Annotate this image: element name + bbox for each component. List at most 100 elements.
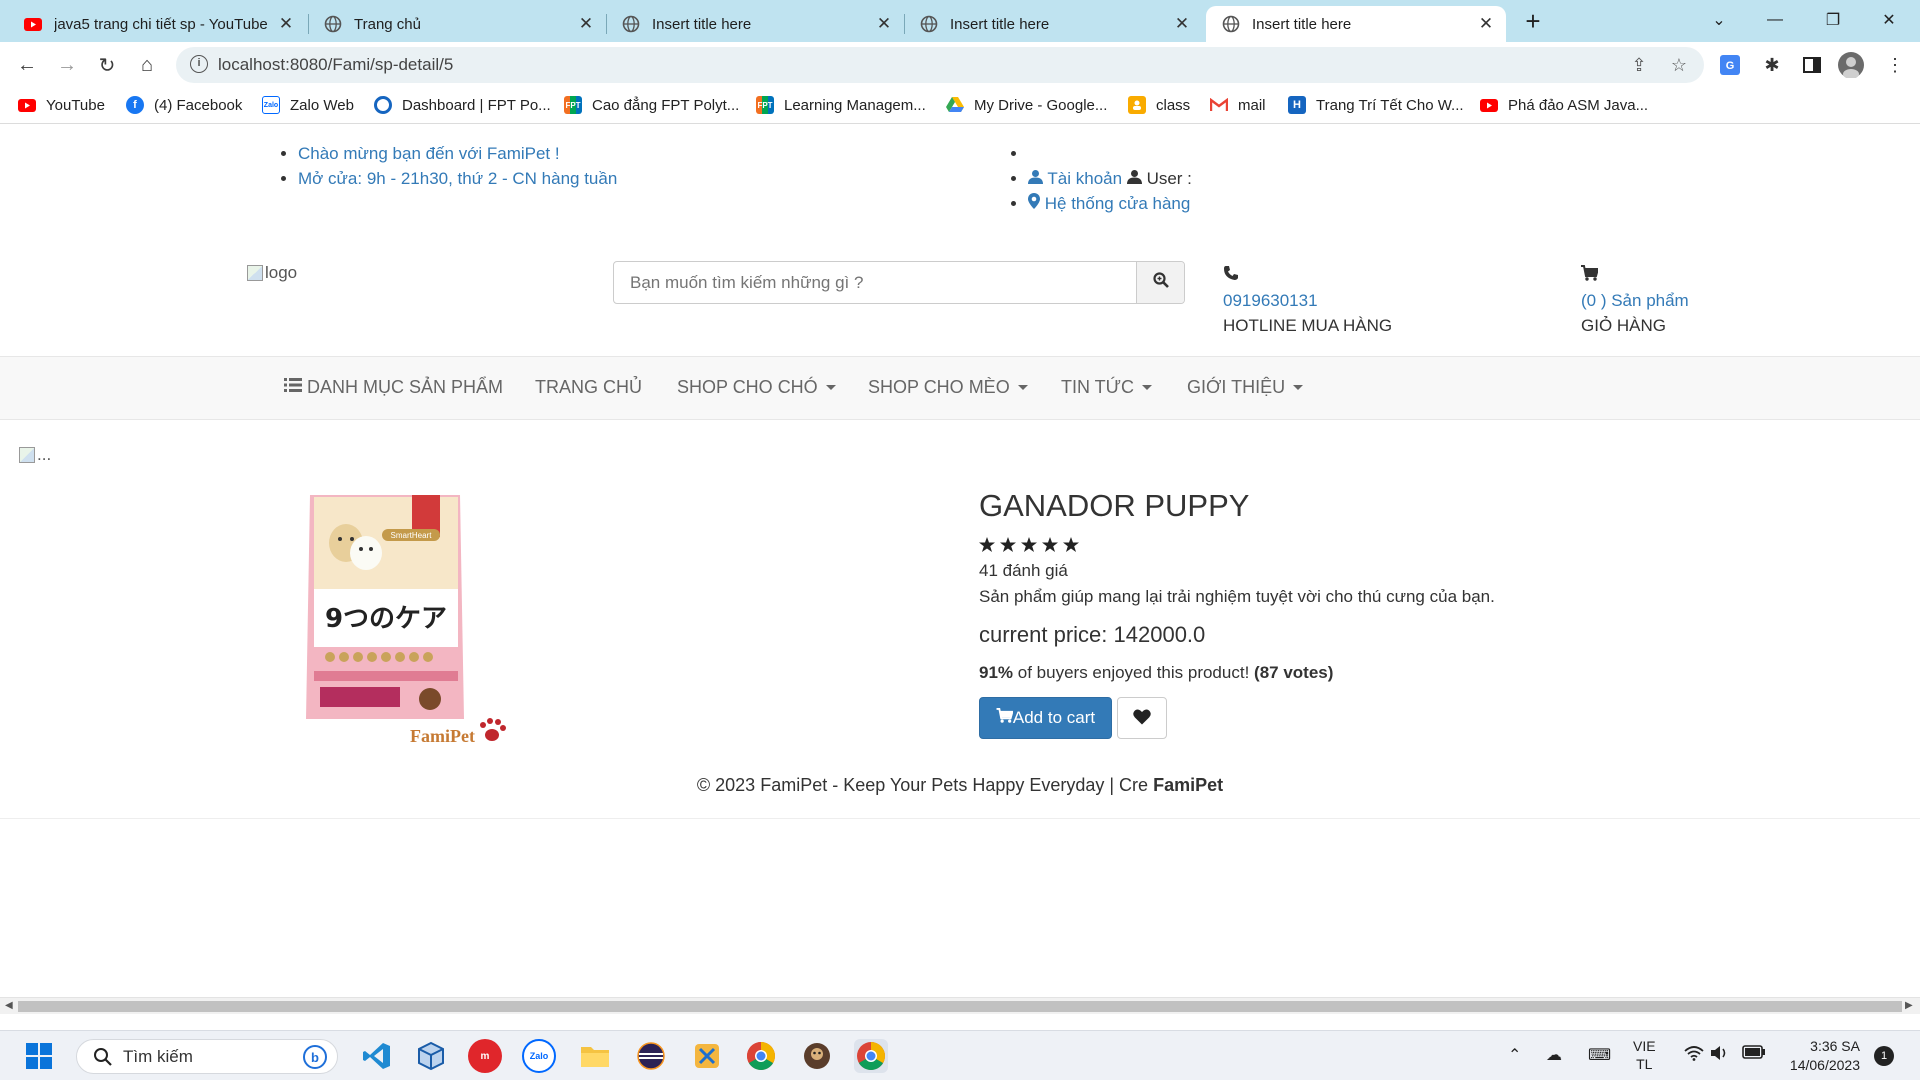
extensions-puzzle-icon[interactable]: ✱ (1759, 52, 1785, 78)
share-icon[interactable]: ⇪ (1628, 54, 1650, 76)
windows-start-icon[interactable] (22, 1039, 56, 1073)
list-icon (284, 377, 302, 398)
tab-home[interactable]: Trang chủ ✕ (308, 6, 606, 42)
input-mode: TL (1636, 1056, 1653, 1072)
bookmark-lms[interactable]: FPT Learning Managem... (756, 96, 926, 114)
scrollbar-thumb[interactable] (18, 1001, 1902, 1012)
bookmark-zalo[interactable]: Zalo Zalo Web (262, 96, 354, 114)
menu-home[interactable]: TRANG CHỦ (535, 377, 642, 398)
search-input[interactable] (614, 262, 1136, 303)
hotline-block: 0919630131 HOTLINE MUA HÀNG (1223, 263, 1392, 338)
zalo-icon[interactable]: Zalo (522, 1039, 556, 1073)
taskbar-search[interactable]: Tìm kiếm b (76, 1039, 338, 1074)
bookmark-drive[interactable]: My Drive - Google... (946, 96, 1107, 114)
add-to-cart-button[interactable]: Add to cart (979, 697, 1112, 739)
empty-list-item (1028, 141, 1192, 166)
welcome-text[interactable]: Chào mừng bạn đến với FamiPet ! (298, 144, 560, 163)
close-icon[interactable]: ✕ (276, 14, 296, 34)
wishlist-button[interactable] (1117, 697, 1167, 739)
product-image[interactable]: SmartHeart 9つのケア FamiPet (300, 487, 510, 749)
file-explorer-icon[interactable] (578, 1039, 612, 1073)
restore-icon[interactable]: ❐ (1810, 0, 1856, 40)
snipping-tool-icon[interactable] (690, 1039, 724, 1073)
menu-about[interactable]: GIỚI THIỆU (1187, 377, 1304, 398)
eclipse-icon[interactable] (634, 1039, 668, 1073)
bookmark-trang-tri-tet[interactable]: H Trang Trí Tết Cho W... (1288, 96, 1464, 114)
volume-icon[interactable] (1710, 1045, 1730, 1066)
home-icon[interactable]: ⌂ (131, 49, 163, 81)
red-app-icon[interactable]: m (468, 1039, 502, 1073)
welcome-list: Chào mừng bạn đến với FamiPet ! Mở cửa: … (276, 141, 617, 191)
close-icon[interactable]: ✕ (874, 14, 894, 34)
bookmark-facebook[interactable]: f (4) Facebook (126, 96, 242, 114)
banner-image: ... (19, 445, 51, 465)
tab-insert-title-2[interactable]: Insert title here ✕ (904, 6, 1202, 42)
bookmarks-bar: YouTube f (4) Facebook Zalo Zalo Web Das… (0, 88, 1920, 124)
menu-categories[interactable]: DANH MỤC SẢN PHẨM (284, 377, 503, 398)
tab-search-chevron-icon[interactable]: ⌄ (1696, 0, 1742, 40)
tab-insert-title-1[interactable]: Insert title here ✕ (606, 6, 904, 42)
clock[interactable]: 3:36 SA 14/06/2023 (1780, 1037, 1860, 1075)
reload-icon[interactable]: ↻ (91, 49, 123, 81)
close-icon[interactable]: ✕ (576, 14, 596, 34)
cart-link[interactable]: (0 ) Sản phẩm (1581, 288, 1689, 313)
bookmark-dashboard[interactable]: Dashboard | FPT Po... (374, 96, 551, 114)
menu-cat-shop[interactable]: SHOP CHO MÈO (868, 377, 1028, 398)
logo-image[interactable]: logo (247, 263, 297, 283)
new-tab-plus-icon[interactable]: + (1518, 6, 1548, 36)
scroll-left-arrow-icon[interactable]: ◀ (5, 1000, 13, 1011)
notification-badge[interactable]: 1 (1874, 1046, 1894, 1066)
menu-dog-shop[interactable]: SHOP CHO CHÓ (677, 377, 836, 398)
side-panel-icon[interactable] (1799, 52, 1825, 78)
site-info-icon[interactable]: i (190, 55, 208, 73)
window-close-icon[interactable]: ✕ (1866, 0, 1912, 40)
bookmark-class[interactable]: class (1128, 96, 1190, 114)
keyboard-icon[interactable]: ⌨ (1588, 1045, 1611, 1065)
hours-text[interactable]: Mở cửa: 9h - 21h30, thứ 2 - CN hàng tuần (298, 169, 617, 188)
tab-insert-title-active[interactable]: Insert title here ✕ (1206, 6, 1506, 42)
bookmark-mail[interactable]: mail (1210, 96, 1266, 114)
bookmark-pha-dao-asm[interactable]: Phá đảo ASM Java... (1480, 96, 1648, 114)
phone-icon (1223, 263, 1392, 288)
wifi-icon[interactable] (1684, 1045, 1704, 1066)
address-bar[interactable]: i localhost:8080/Fami/sp-detail/5 ⇪ ☆ (176, 47, 1704, 83)
scroll-right-arrow-icon[interactable]: ▶ (1905, 1000, 1913, 1011)
price-label: current price: (979, 622, 1108, 647)
search-button[interactable] (1136, 262, 1184, 303)
bookmark-fpt-polytechnic[interactable]: FPT Cao đẳng FPT Polyt... (564, 96, 739, 114)
browser-toolbar: ← → ↻ ⌂ i localhost:8080/Fami/sp-detail/… (0, 42, 1920, 88)
account-link[interactable]: Tài khoản (1047, 169, 1122, 188)
language-indicator[interactable]: VIE TL (1633, 1037, 1656, 1073)
bookmark-label: Trang Trí Tết Cho W... (1316, 96, 1464, 114)
youtube-icon (24, 15, 42, 33)
close-icon[interactable]: ✕ (1476, 14, 1496, 34)
url-text[interactable]: localhost:8080/Fami/sp-detail/5 (218, 55, 453, 75)
bookmark-star-icon[interactable]: ☆ (1668, 54, 1690, 76)
chrome-active-icon[interactable] (854, 1039, 888, 1073)
vscode-icon[interactable] (360, 1039, 394, 1073)
chrome-icon[interactable] (744, 1039, 778, 1073)
close-icon[interactable]: ✕ (1172, 14, 1192, 34)
footer-brand: FamiPet (1153, 775, 1224, 795)
phone-number[interactable]: 0919630131 (1223, 288, 1392, 313)
stores-link[interactable]: Hệ thống cửa hàng (1045, 194, 1191, 213)
onedrive-cloud-icon[interactable]: ☁ (1546, 1045, 1562, 1065)
back-arrow-icon[interactable]: ← (11, 49, 43, 81)
kebab-menu-icon[interactable]: ⋮ (1882, 52, 1908, 78)
classroom-icon (1128, 96, 1146, 114)
bookmark-label: My Drive - Google... (974, 96, 1108, 114)
virtualbox-icon[interactable] (414, 1039, 448, 1073)
minimize-icon[interactable]: — (1752, 0, 1798, 40)
bookmark-label: class (1156, 96, 1191, 114)
translate-icon[interactable]: G (1717, 52, 1743, 78)
profile-avatar[interactable] (1838, 52, 1864, 78)
bookmark-youtube[interactable]: YouTube (18, 96, 105, 114)
menu-news[interactable]: TIN TỨC (1061, 377, 1153, 398)
add-to-cart-label: Add to cart (1012, 708, 1096, 727)
forward-arrow-icon[interactable]: → (51, 49, 83, 81)
tab-youtube[interactable]: java5 trang chi tiết sp - YouTube ✕ (8, 6, 306, 42)
tray-chevron-up-icon[interactable]: ⌃ (1508, 1045, 1521, 1065)
game-icon[interactable] (800, 1039, 834, 1073)
horizontal-scrollbar[interactable]: ◀ ▶ (0, 997, 1920, 1014)
battery-icon[interactable] (1742, 1045, 1766, 1064)
